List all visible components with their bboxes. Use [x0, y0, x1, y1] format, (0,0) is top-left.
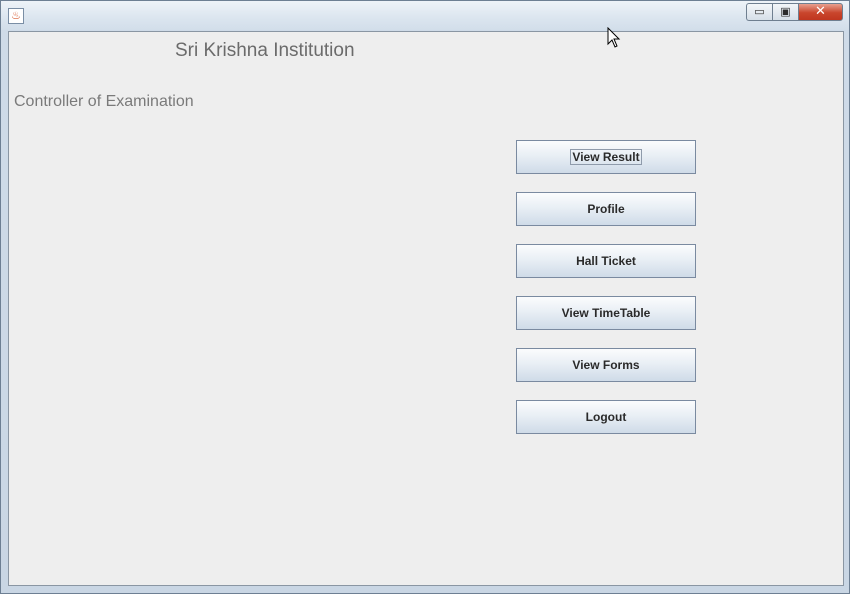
mouse-pointer-icon [607, 27, 621, 48]
logout-button[interactable]: Logout [516, 400, 696, 434]
profile-label: Profile [587, 202, 625, 216]
view-result-button[interactable]: View Result [516, 140, 696, 174]
window-controls: ▭ ▣ ✕ [746, 3, 843, 21]
logout-label: Logout [585, 410, 627, 424]
view-timetable-label: View TimeTable [561, 306, 651, 320]
title-bar[interactable]: ♨ ▭ ▣ ✕ [1, 1, 849, 30]
profile-button[interactable]: Profile [516, 192, 696, 226]
hall-ticket-button[interactable]: Hall Ticket [516, 244, 696, 278]
institution-title: Sri Krishna Institution [175, 40, 355, 61]
minimize-button[interactable]: ▭ [746, 3, 772, 21]
maximize-button[interactable]: ▣ [772, 3, 798, 21]
role-label: Controller of Examination [14, 93, 194, 110]
view-forms-button[interactable]: View Forms [516, 348, 696, 382]
view-result-label: View Result [570, 149, 642, 165]
java-icon[interactable]: ♨ [8, 8, 24, 24]
view-timetable-button[interactable]: View TimeTable [516, 296, 696, 330]
app-window: ♨ ▭ ▣ ✕ Sri Krishna Institution Controll… [0, 0, 850, 594]
hall-ticket-label: Hall Ticket [576, 254, 636, 268]
close-button[interactable]: ✕ [798, 3, 843, 21]
view-forms-label: View Forms [572, 358, 640, 372]
main-panel: Sri Krishna Institution Controller of Ex… [8, 31, 844, 586]
